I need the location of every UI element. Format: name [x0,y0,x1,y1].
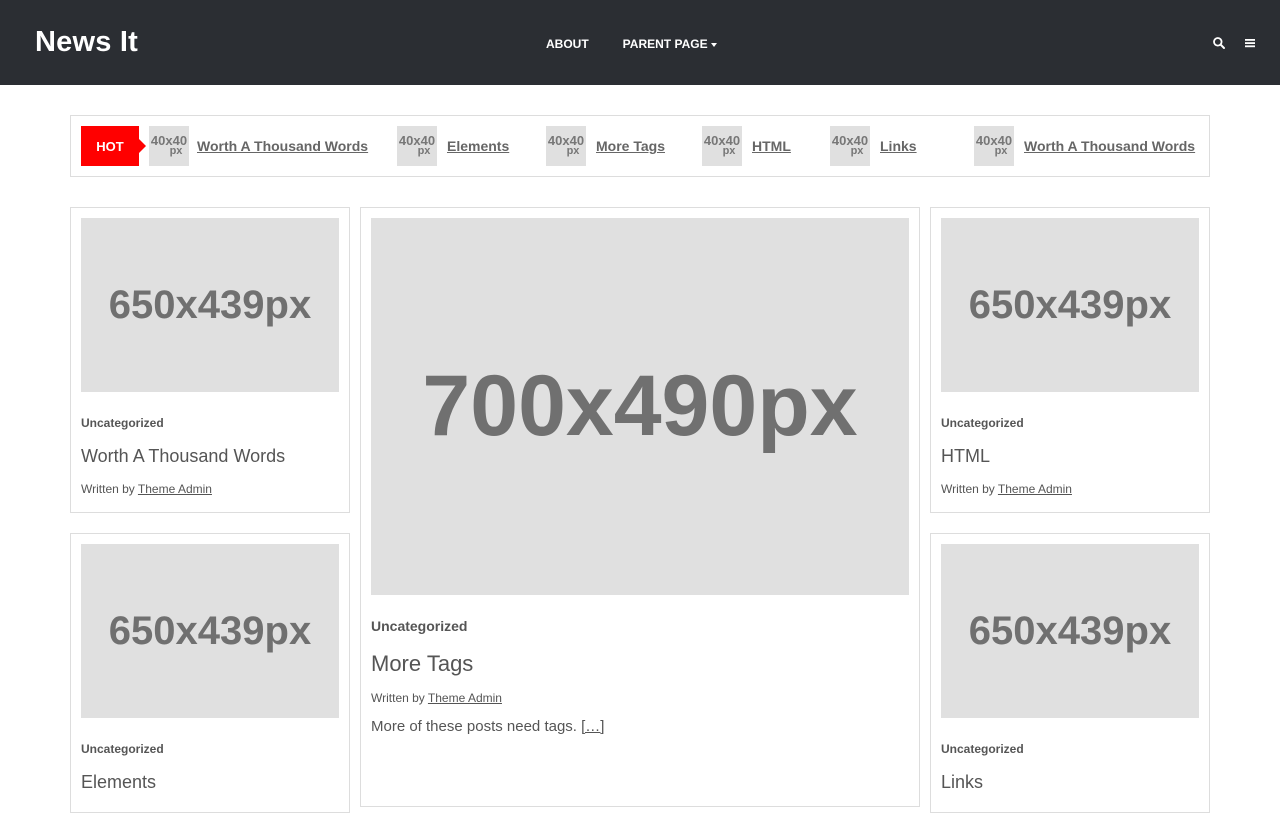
ticker-thumbnail: 40x40 px [830,126,870,166]
post-card: 650x439px Uncategorized Elements [70,533,350,813]
featured-post-thumbnail[interactable]: 700x490px [371,218,909,595]
site-logo[interactable]: News It [35,26,138,59]
main-nav: ABOUT PARENT PAGE [546,37,717,51]
ticker-item[interactable]: 40x40 px HTML [702,126,791,166]
ticker-link[interactable]: Elements [447,138,509,154]
ticker-link[interactable]: More Tags [596,138,665,154]
post-thumbnail[interactable]: 650x439px [941,218,1199,392]
post-category[interactable]: Uncategorized [371,618,467,634]
author-link[interactable]: Theme Admin [138,482,212,496]
ticker-thumbnail: 40x40 px [149,126,189,166]
post-category[interactable]: Uncategorized [941,742,1024,756]
ticker-item[interactable]: 40x40 px Elements [397,126,509,166]
ticker-link[interactable]: Worth A Thousand Words [1024,138,1195,154]
ticker-thumbnail: 40x40 px [974,126,1014,166]
post-byline: Written by Theme Admin [81,482,212,496]
author-link[interactable]: Theme Admin [428,691,502,705]
post-thumbnail[interactable]: 650x439px [81,544,339,718]
search-icon[interactable] [1212,36,1226,50]
author-link[interactable]: Theme Admin [998,482,1072,496]
nav-item-label: ABOUT [546,37,589,51]
ticker-thumbnail: 40x40 px [397,126,437,166]
ticker-thumbnail: 40x40 px [546,126,586,166]
post-card: 650x439px Uncategorized HTML Written by … [930,207,1210,513]
hot-badge: HOT [81,126,146,166]
post-byline: Written by Theme Admin [941,482,1072,496]
post-card: 650x439px Uncategorized Links [930,533,1210,813]
post-card: 650x439px Uncategorized Worth A Thousand… [70,207,350,513]
ticker-item[interactable]: 40x40 px More Tags [546,126,665,166]
post-title[interactable]: HTML [941,446,990,467]
post-thumbnail[interactable]: 650x439px [941,544,1199,718]
featured-post-card: 700x490px Uncategorized More Tags Writte… [360,207,920,807]
post-category[interactable]: Uncategorized [81,416,164,430]
ticker-link[interactable]: HTML [752,138,791,154]
hot-news-ticker: HOT 40x40 px Worth A Thousand Words 40x40… [70,115,1210,177]
nav-item-about[interactable]: ABOUT [546,37,589,51]
ticker-item[interactable]: 40x40 px Links [830,126,917,166]
post-category[interactable]: Uncategorized [941,416,1024,430]
site-header: News It ABOUT PARENT PAGE [0,0,1280,85]
nav-item-parent-page[interactable]: PARENT PAGE [623,37,717,51]
ticker-thumbnail: 40x40 px [702,126,742,166]
ticker-link[interactable]: Links [880,138,917,154]
ticker-link[interactable]: Worth A Thousand Words [197,138,368,154]
ticker-item[interactable]: 40x40 px Worth A Thousand Words [149,126,368,166]
nav-item-label: PARENT PAGE [622,37,708,51]
post-byline: Written by Theme Admin [371,691,502,705]
post-title[interactable]: Worth A Thousand Words [81,446,285,467]
post-thumbnail[interactable]: 650x439px [81,218,339,392]
ticker-item[interactable]: 40x40 px Worth A Thousand Words [974,126,1195,166]
post-excerpt: More of these posts need tags. […] [371,718,605,735]
caret-down-icon [710,42,717,47]
read-more-link[interactable]: […] [581,718,604,735]
hamburger-menu-icon[interactable] [1243,36,1257,50]
post-category[interactable]: Uncategorized [81,742,164,756]
post-title[interactable]: Elements [81,772,156,793]
post-title[interactable]: More Tags [371,651,473,677]
post-title[interactable]: Links [941,772,983,793]
